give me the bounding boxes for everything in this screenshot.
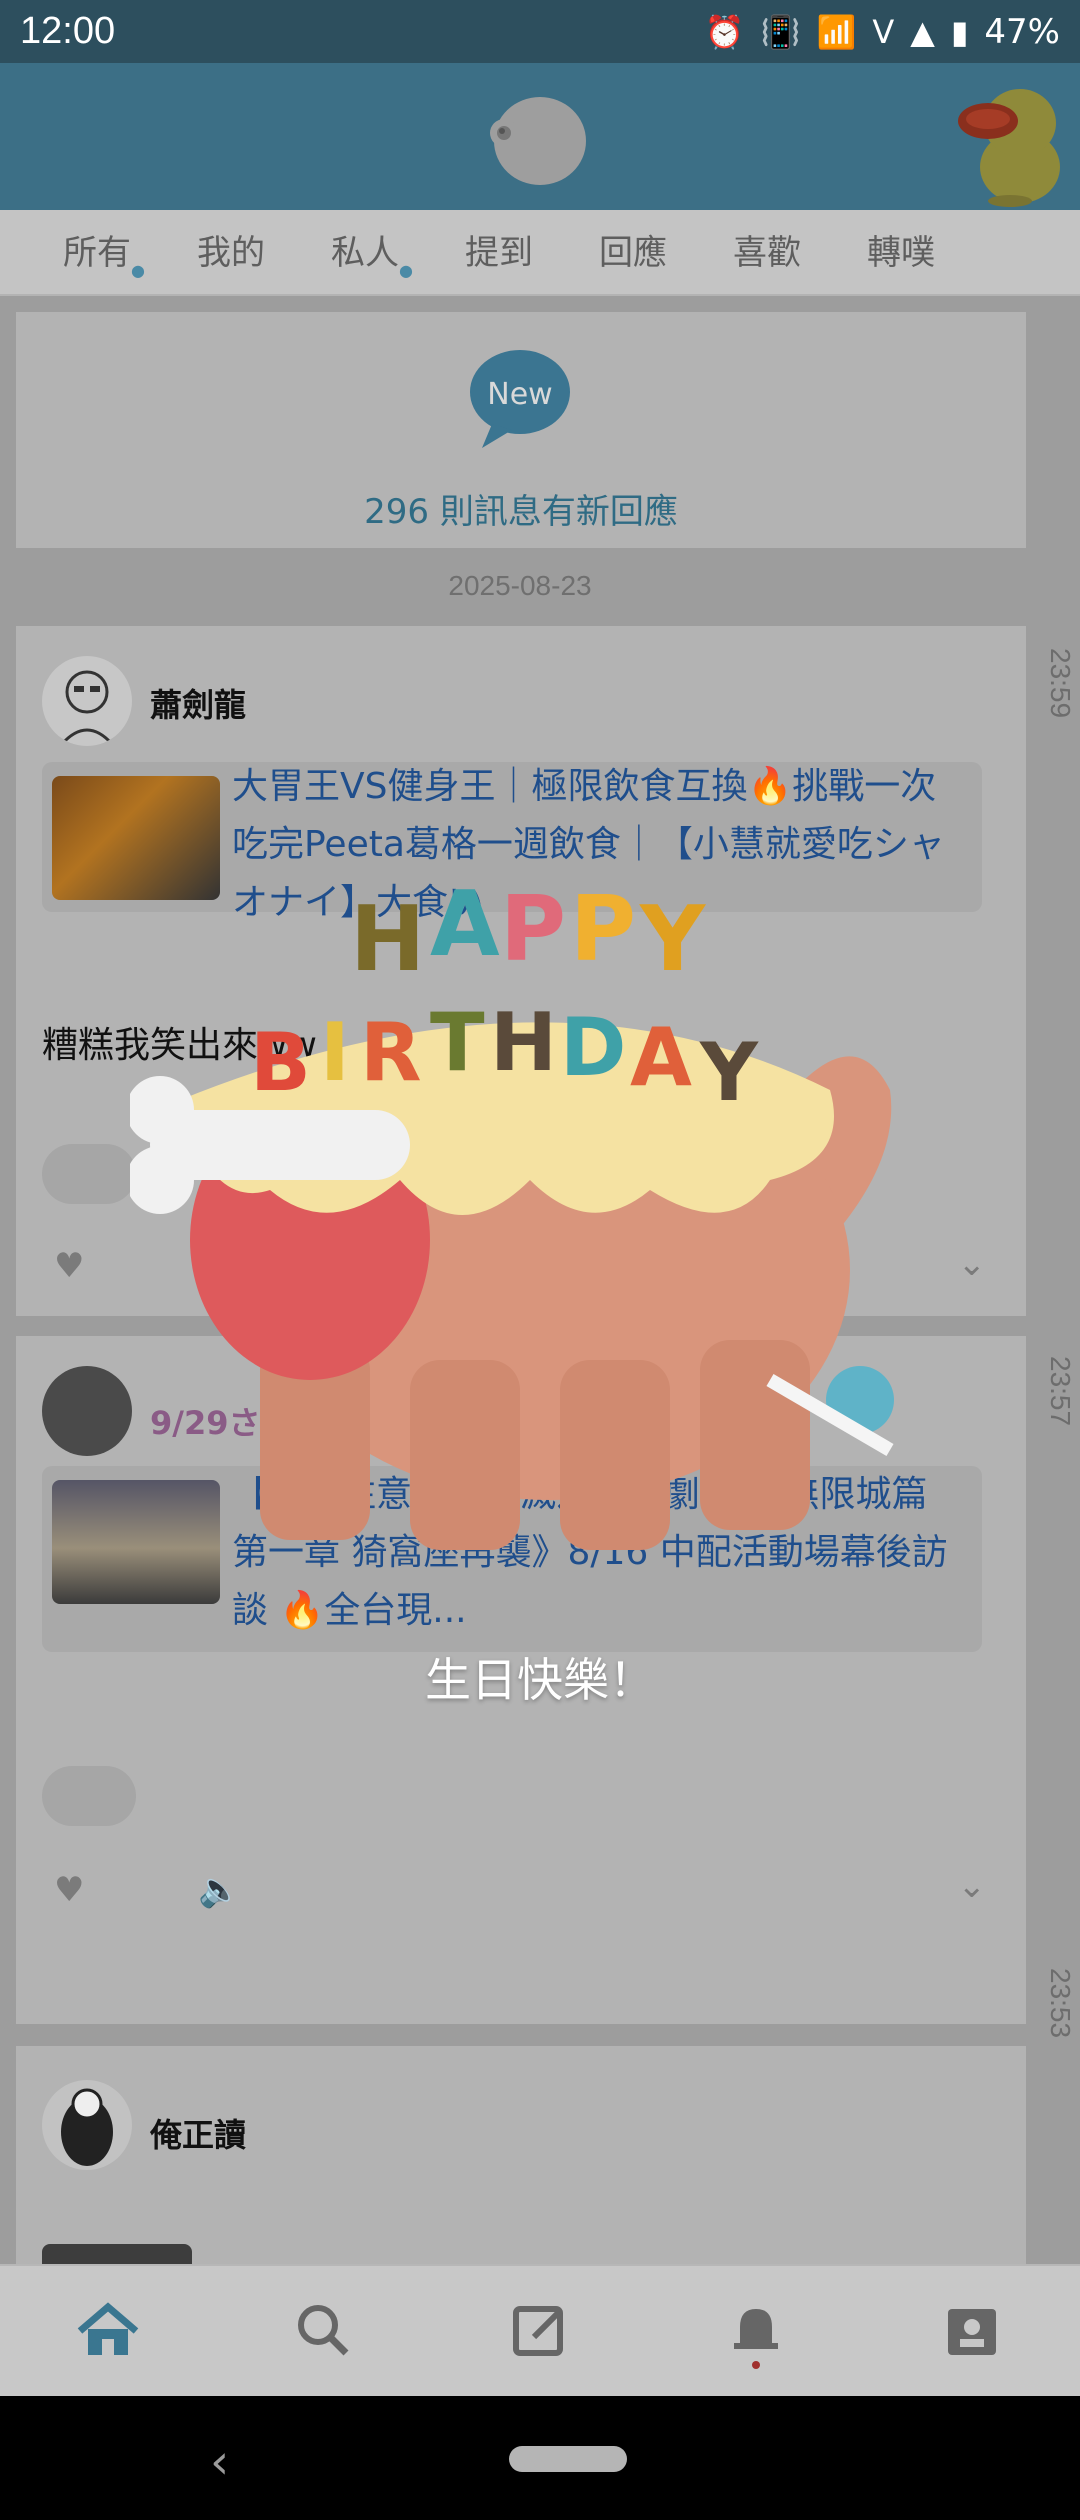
link-thumbnail [52,1480,220,1604]
plurk-card[interactable]: 9/29さちか 【有雷注意！《鬼滅之刃》劇場版 無限城篇 第一章 猗窩座再襲》8… [16,1336,1026,2024]
speaker-icon[interactable]: 🔈 [198,1870,240,1910]
tab-likes[interactable]: 喜歡 [700,210,834,294]
like-icon[interactable]: ♥ [54,1870,84,1910]
filter-tabs: 所有 ● 我的 私人 ● 提到 回應 喜歡 轉噗 [0,210,1080,296]
tab-all[interactable]: 所有 ● [30,210,164,294]
link-title[interactable]: 大胃王VS健身王｜極限飲食互換🔥挑戰一次吃完Peeta葛格一週飲食｜【小慧就愛吃… [232,758,972,938]
link-thumbnail [52,776,220,900]
mascot-avatar-icon[interactable] [950,69,1076,209]
back-icon[interactable]: ‹ [210,2434,229,2490]
new-bubble-icon: New [470,350,570,448]
post-content: 糟糕我笑出來ww [42,1025,317,1066]
link-title[interactable]: 【有雷注意！《鬼滅之刃》劇場版 無限城篇 第一章 猗窩座再襲》8/16 中配活動… [232,1466,972,1646]
tab-private[interactable]: 私人 ● [298,210,432,294]
bell-icon[interactable] [716,2291,796,2371]
post-image[interactable] [42,2244,192,2264]
add-reaction-button[interactable] [42,1144,136,1204]
home-icon[interactable] [68,2291,148,2371]
date-separator: 2025-08-23 [448,570,592,601]
home-pill[interactable] [509,2446,627,2472]
volte-icon: V [872,12,895,51]
system-nav-bar: ‹ [0,2396,1080,2520]
tab-responses[interactable]: 回應 [566,210,700,294]
battery-percent: 47% [984,11,1060,52]
cell-signal-icon: ▲ [910,12,935,51]
status-bar: 12:00 ⏰ 📳 📶 V ▲ ▮ 47% [0,0,1080,63]
plurk-card[interactable]: 俺正讀 [16,2046,1026,2264]
add-reaction-button[interactable] [42,1766,136,1826]
tab-mine[interactable]: 我的 [164,210,298,294]
plurk-card[interactable]: 蕭劍龍 大胃王VS健身王｜極限飲食互換🔥挑戰一次吃完Peeta葛格一週飲食｜【小… [16,626,1026,1316]
tab-mentions[interactable]: 提到 [432,210,566,294]
svg-text:New: New [487,377,552,412]
compose-icon[interactable] [500,2291,580,2371]
tab-replurks[interactable]: 轉噗 [834,210,968,294]
alarm-icon: ⏰ [704,12,745,51]
status-time: 12:00 [20,10,116,52]
new-responses-text: 296 則訊息有新回應 [364,492,678,532]
author-name[interactable]: 俺正讀 [150,2110,246,2156]
avatar[interactable] [42,1366,132,1456]
chevron-down-icon[interactable]: ⌄ [958,1866,987,1906]
link-preview[interactable]: 【有雷注意！《鬼滅之刃》劇場版 無限城篇 第一章 猗窩座再襲》8/16 中配活動… [42,1466,982,1652]
wifi-icon: 📶 [816,12,857,51]
profile-icon[interactable] [932,2291,1012,2371]
author-name[interactable]: 9/29さちか [150,1398,325,1444]
vibrate-icon: 📳 [760,12,801,51]
post-time: 23:59 [1045,648,1076,719]
new-responses-card[interactable]: New 296 則訊息有新回應 [16,312,1026,548]
link-preview[interactable]: 大胃王VS健身王｜極限飲食互換🔥挑戰一次吃完Peeta葛格一週飲食｜【小慧就愛吃… [42,762,982,923]
timeline-feed[interactable]: New 296 則訊息有新回應 2025-08-23 蕭劍龍 大胃王VS健身王｜… [0,296,1080,2264]
like-icon[interactable]: ♥ [54,1246,84,1286]
post-time: 23:53 [1045,1968,1076,2039]
status-icons: ⏰ 📳 📶 V ▲ ▮ 47% [705,12,1060,52]
plurk-logo-icon [490,97,586,185]
chevron-down-icon[interactable]: ⌄ [958,1244,987,1284]
bottom-nav [0,2264,1080,2396]
post-time: 23:57 [1045,1356,1076,1427]
avatar[interactable] [42,656,132,746]
battery-icon: ▮ [950,12,969,51]
avatar[interactable] [42,2080,132,2170]
app-header [0,63,1080,210]
search-icon[interactable] [284,2291,364,2371]
author-name[interactable]: 蕭劍龍 [150,680,246,726]
